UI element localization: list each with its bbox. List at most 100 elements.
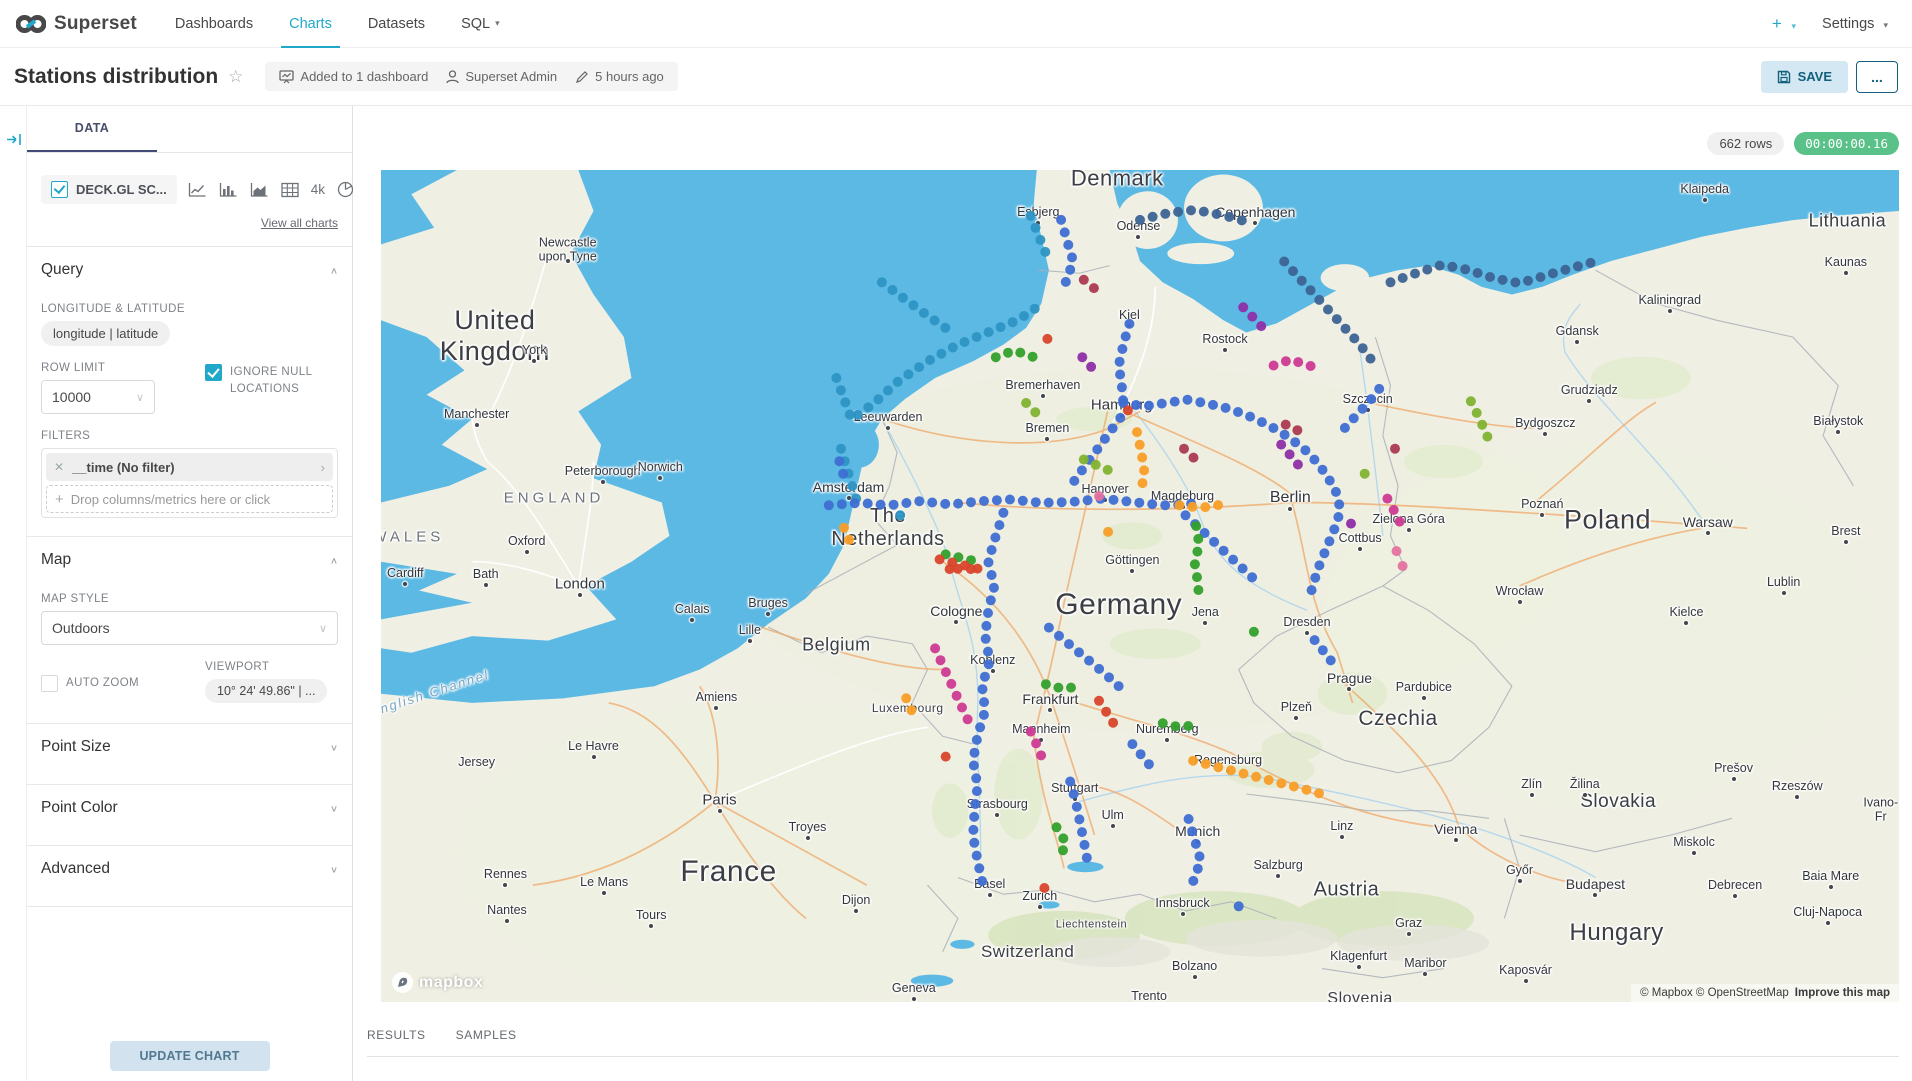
filter-chip-time[interactable]: ✕ __time (No filter) › — [46, 453, 333, 481]
view-all-charts-link[interactable]: View all charts — [261, 216, 338, 230]
area-chart-icon[interactable] — [250, 182, 269, 198]
city-label: Gdansk — [1556, 323, 1599, 337]
city-marker — [854, 909, 858, 913]
mapbox-logo[interactable]: mapbox — [391, 971, 483, 994]
city-marker — [1540, 513, 1544, 517]
filter-drop-zone[interactable]: + Drop columns/metrics here or click — [46, 485, 333, 513]
viz-type-selected[interactable]: DECK.GL SC... — [41, 175, 177, 204]
brand-name: Superset — [54, 13, 137, 35]
city-label: Graz — [1395, 916, 1422, 930]
city-marker — [1530, 793, 1534, 797]
collapse-panel-icon[interactable] — [6, 132, 22, 152]
tab-samples[interactable]: SAMPLES — [456, 1028, 517, 1056]
city-label: Győr — [1506, 863, 1533, 877]
map-style-label: MAP STYLE — [41, 593, 338, 605]
city-marker — [1305, 631, 1309, 635]
section-point-color[interactable]: Point Color∨ — [41, 785, 338, 831]
country-label: Lithuania — [1809, 210, 1887, 231]
tab-data[interactable]: DATA — [27, 106, 157, 152]
section-point-size[interactable]: Point Size∨ — [41, 724, 338, 770]
city-marker — [578, 593, 582, 597]
data-panel: DATA DECK.GL SC... 4k View all charts — [27, 106, 353, 1081]
city-marker — [1203, 621, 1207, 625]
city-marker — [503, 883, 507, 887]
row-limit-label: ROW LIMIT — [41, 362, 205, 374]
city-label: Vienna — [1434, 821, 1477, 837]
city-label: Geneva — [892, 981, 936, 995]
city-label: Koblenz — [970, 653, 1015, 667]
map-style-select[interactable]: Outdoors ∨ — [41, 611, 338, 645]
pie-chart-icon[interactable] — [337, 181, 354, 198]
city-label: Lublin — [1767, 575, 1800, 589]
bar-chart-icon[interactable] — [219, 182, 238, 198]
owner-meta[interactable]: Superset Admin — [446, 69, 557, 84]
city-marker — [1829, 885, 1833, 889]
city-label: Trento — [1131, 989, 1167, 1002]
update-chart-button[interactable]: UPDATE CHART — [110, 1041, 270, 1071]
deckgl-map[interactable]: United KingdomDenmarkGermanyFrancePoland… — [381, 170, 1899, 1002]
city-marker — [1181, 505, 1185, 509]
city-marker — [1454, 838, 1458, 842]
chevron-up-icon: ∧ — [330, 265, 338, 275]
ignore-null-checkbox[interactable]: IGNORE NULL LOCATIONS — [205, 364, 338, 399]
more-actions-button[interactable]: ... — [1856, 61, 1898, 93]
city-marker — [1045, 437, 1049, 441]
city-label: Brest — [1831, 524, 1860, 538]
city-label: Cologne — [930, 603, 982, 619]
city-label: Bruges — [748, 595, 788, 609]
viewport-value-pill[interactable]: 10° 24' 49.86" | ... — [205, 679, 327, 703]
line-chart-icon[interactable] — [188, 182, 207, 198]
favorite-star-icon[interactable]: ☆ — [228, 67, 243, 87]
viz-4k-option[interactable]: 4k — [311, 182, 325, 197]
city-marker — [1407, 932, 1411, 936]
top-nav: Superset DashboardsChartsDatasetsSQL▾ + … — [0, 0, 1912, 48]
nav-item-dashboards[interactable]: Dashboards — [157, 0, 271, 48]
expand-filter-icon[interactable]: › — [321, 460, 325, 475]
superset-logo[interactable]: Superset — [16, 13, 137, 35]
nav-item-charts[interactable]: Charts — [271, 0, 350, 48]
country-label: Hungary — [1570, 919, 1664, 947]
row-limit-select[interactable]: 10000 ∨ — [41, 380, 155, 414]
city-marker — [690, 618, 694, 622]
city-label: Zlín — [1521, 777, 1542, 791]
country-label: Switzerland — [981, 942, 1074, 962]
lonlat-value-pill[interactable]: longitude | latitude — [41, 321, 170, 346]
city-marker — [1036, 221, 1040, 225]
city-marker — [602, 891, 606, 895]
city-marker — [1253, 221, 1257, 225]
last-modified-meta[interactable]: 5 hours ago — [575, 69, 664, 84]
city-marker — [1193, 975, 1197, 979]
city-marker — [988, 893, 992, 897]
remove-filter-icon[interactable]: ✕ — [54, 460, 64, 474]
section-advanced[interactable]: Advanced∨ — [41, 846, 338, 892]
city-marker — [1103, 498, 1107, 502]
city-label: Cardiff — [387, 566, 424, 580]
save-button[interactable]: SAVE — [1761, 61, 1848, 93]
dashboards-meta[interactable]: Added to 1 dashboard — [279, 69, 428, 84]
city-label: Rostock — [1202, 332, 1247, 346]
query-section-header[interactable]: Query ∧ — [41, 247, 338, 293]
city-marker — [995, 813, 999, 817]
auto-zoom-checkbox[interactable]: AUTO ZOOM — [41, 675, 205, 692]
nav-item-datasets[interactable]: Datasets — [350, 0, 443, 48]
viz-type-name: DECK.GL SC... — [76, 182, 167, 197]
map-section-header[interactable]: Map ∧ — [41, 537, 338, 583]
country-label: Germany — [1055, 588, 1182, 623]
country-label: Belgium — [802, 635, 871, 656]
city-label: Cluj-Napoca — [1793, 905, 1862, 919]
city-marker — [1575, 340, 1579, 344]
settings-menu-button[interactable]: Settings ▾ — [1822, 16, 1888, 32]
tab-results[interactable]: RESULTS — [367, 1028, 426, 1056]
city-marker — [505, 919, 509, 923]
improve-map-link[interactable]: Improve this map — [1795, 987, 1890, 999]
city-label: Rennes — [484, 867, 527, 881]
city-label: Manchester — [444, 407, 509, 421]
city-label: Wrocław — [1496, 584, 1544, 598]
nav-item-sql[interactable]: SQL▾ — [443, 0, 518, 48]
city-marker — [1583, 793, 1587, 797]
table-icon[interactable] — [281, 182, 299, 198]
new-menu-button[interactable]: + ▾ — [1772, 14, 1796, 34]
city-label: Kaunas — [1825, 254, 1867, 268]
country-label: The Netherlands — [831, 505, 944, 551]
city-label: Frankfurt — [1022, 691, 1078, 707]
